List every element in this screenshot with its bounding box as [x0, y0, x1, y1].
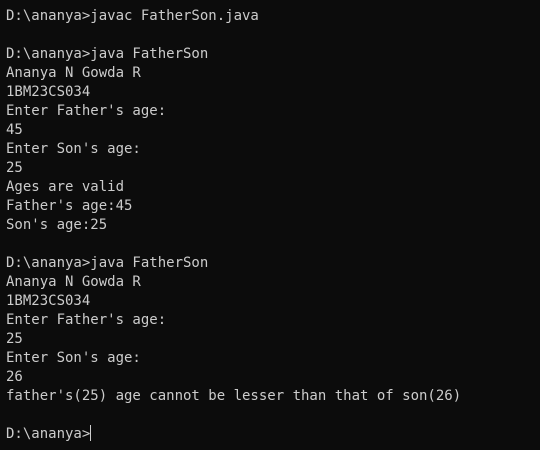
output-line: Enter Father's age: [6, 103, 167, 119]
command-line: D:\ananya>java FatherSon [6, 255, 209, 271]
command-line: D:\ananya>java FatherSon [6, 46, 209, 62]
terminal-window[interactable]: D:\ananya>javac FatherSon.java D:\ananya… [0, 0, 540, 450]
output-line: Ananya N Gowda R [6, 65, 141, 81]
output-line: Enter Son's age: [6, 141, 141, 157]
output-line: 1BM23CS034 [6, 84, 91, 100]
prompt-text: D:\ananya> [6, 426, 91, 442]
command-line: D:\ananya>javac FatherSon.java [6, 8, 259, 24]
text-cursor [90, 425, 92, 441]
output-line: Son's age:25 [6, 217, 108, 233]
output-line: Enter Father's age: [6, 312, 167, 328]
output-line: 1BM23CS034 [6, 293, 91, 309]
output-line: Enter Son's age: [6, 350, 141, 366]
output-line: Ananya N Gowda R [6, 274, 141, 290]
output-line: Father's age:45 [6, 198, 133, 214]
error-message-line: father's(25) age cannot be lesser than t… [6, 388, 462, 404]
output-line: Ages are valid [6, 179, 125, 195]
input-line: 25 [6, 160, 23, 176]
terminal-output: D:\ananya>javac FatherSon.java D:\ananya… [6, 7, 538, 444]
input-line: 45 [6, 122, 23, 138]
input-line: 25 [6, 331, 23, 347]
prompt-line[interactable]: D:\ananya> [6, 425, 538, 444]
input-line: 26 [6, 369, 23, 385]
